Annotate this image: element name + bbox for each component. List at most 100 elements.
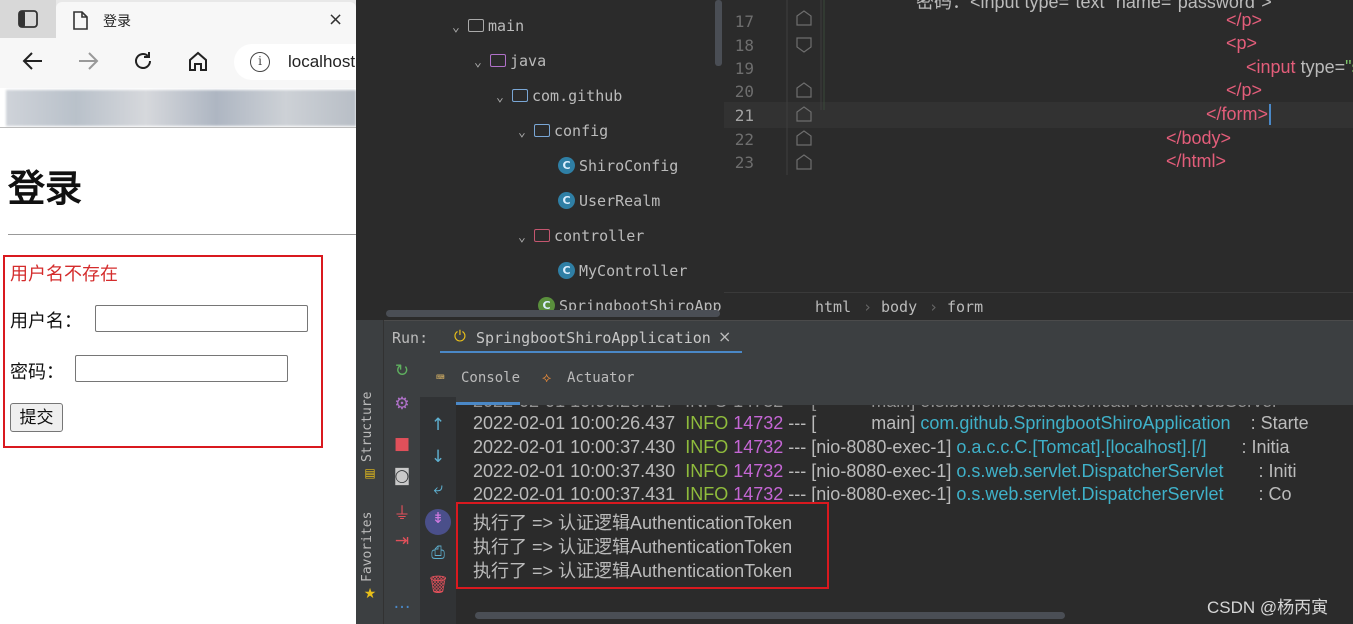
tree-item-label: main	[488, 17, 525, 35]
home-icon[interactable]	[187, 50, 209, 72]
output-line: 执行了 => 认证逻辑AuthenticationToken	[473, 537, 793, 557]
run-tool-window-header: Run: ⏻ SpringbootShiroApplication ×	[384, 320, 1353, 354]
run-tab-title: SpringbootShiroApplication	[476, 329, 711, 347]
tree-item-controller[interactable]: ⌄ controller	[518, 227, 644, 249]
submit-button[interactable]: 提交	[10, 403, 63, 432]
up-arrow-icon[interactable]: ↑	[426, 415, 450, 435]
browser-tab-strip: 登录 ×	[0, 0, 356, 38]
console-tab[interactable]: Console	[461, 370, 520, 386]
page-divider	[8, 234, 356, 235]
code-line-17: </p>	[1226, 10, 1263, 30]
console-horizontal-scrollbar[interactable]	[475, 612, 1065, 619]
log-line: 2022-02-01 10:00:26.437 INFO 14732 --- […	[473, 413, 1309, 433]
code-line-20: </p>	[1226, 80, 1263, 100]
refresh-icon[interactable]	[132, 50, 154, 72]
stop-icon[interactable]: ■	[390, 434, 414, 454]
soft-wrap-icon[interactable]: ⤶	[426, 479, 450, 499]
tab-actions-icon	[18, 10, 38, 28]
fold-markers	[786, 0, 825, 175]
tree-item-label: UserRealm	[579, 192, 661, 210]
forward-icon[interactable]	[77, 50, 99, 72]
code-line-22: </body>	[1166, 128, 1232, 148]
site-info-icon[interactable]: i	[250, 52, 270, 72]
tree-horizontal-scrollbar[interactable]	[386, 310, 720, 317]
package-icon	[534, 229, 550, 242]
exit-icon[interactable]: ⇥	[390, 531, 414, 551]
plug-icon[interactable]: ⏚	[390, 499, 414, 524]
error-message: 用户名不存在	[10, 264, 118, 284]
settings-gear-icon[interactable]: ⚙	[390, 394, 414, 414]
output-line: 执行了 => 认证逻辑AuthenticationToken	[473, 561, 793, 581]
tree-item-com-github[interactable]: ⌄ com.github	[496, 87, 622, 109]
run-tab-close-button[interactable]: ×	[718, 327, 731, 346]
rerun-icon[interactable]: ↻	[390, 361, 414, 381]
code-editor[interactable]: 17 18 19 20 21 22 23 密码：<input type="tex…	[724, 0, 1353, 292]
structure-tab[interactable]: Structure	[360, 392, 375, 462]
code-line-18: <p>	[1226, 33, 1258, 53]
tree-item-label: controller	[554, 227, 645, 245]
print-icon[interactable]: ⎙	[426, 543, 450, 563]
actuator-icon: ⟡	[542, 370, 552, 386]
breadcrumb-separator: ›	[929, 298, 939, 316]
run-tab-springbootshiroapplication[interactable]: ⏻ SpringbootShiroApplication ×	[440, 321, 742, 354]
tree-vertical-scrollbar[interactable]	[715, 0, 722, 66]
run-toolbar: ↻ ⚙ ■ ◙ ⏚ ⇥ …	[384, 353, 420, 624]
address-bar[interactable]: i localhost	[234, 44, 356, 80]
tab-close-button[interactable]: ×	[328, 9, 343, 30]
console-output[interactable]: 2022-02-01 10:00:26.427 INFO 14732 --- […	[456, 405, 1353, 624]
page-icon	[73, 11, 88, 30]
tree-item-label: config	[554, 122, 609, 140]
tree-item-config[interactable]: ⌄ config	[518, 122, 608, 144]
scroll-to-end-icon[interactable]: ⇟	[425, 509, 451, 535]
tree-item-label: java	[510, 52, 547, 70]
username-label: 用户名：	[10, 311, 82, 331]
breadcrumb-item-form[interactable]: form	[947, 298, 983, 316]
page-title: 登录	[8, 168, 82, 209]
actuator-tab[interactable]: Actuator	[567, 370, 634, 386]
project-tree: ⌄ main ⌄ java ⌄ com.github ⌄ config C ShiroCo…	[356, 0, 722, 320]
camera-icon[interactable]: ◙	[390, 466, 414, 486]
trash-icon[interactable]: 🗑	[426, 575, 450, 595]
tab-title: 登录	[103, 14, 131, 30]
log-line: 2022-02-01 10:00:37.430 INFO 14732 --- […	[473, 461, 1297, 481]
tree-item-label: ShiroConfig	[579, 157, 679, 175]
browser-window: 登录 × i localhost 登录 用户名不存在 用户名： 密码： 提交	[0, 0, 356, 624]
password-input[interactable]	[75, 355, 288, 382]
tree-item-userrealm[interactable]: C UserRealm	[558, 192, 660, 214]
tree-item-shiroconfig[interactable]: C ShiroConfig	[558, 157, 678, 179]
left-tool-strip: Structure ▤ Favorites ★	[356, 320, 384, 624]
address-text: localhost	[288, 52, 356, 71]
tree-item-main[interactable]: ⌄ main	[452, 17, 524, 39]
folder-icon	[468, 19, 484, 32]
log-line-cut: 2022-02-01 10:00:26.427 INFO 14732 --- […	[473, 405, 1278, 412]
breadcrumb-separator: ›	[863, 298, 873, 316]
tab-actions-button[interactable]	[0, 0, 56, 38]
output-line: 执行了 => 认证逻辑AuthenticationToken	[473, 513, 793, 533]
chevron-down-icon: ⌄	[474, 55, 482, 70]
chevron-down-icon: ⌄	[496, 90, 504, 105]
tree-item-label: com.github	[532, 87, 623, 105]
browser-tab-login[interactable]: 登录 ×	[56, 2, 356, 38]
breadcrumb-item-body[interactable]: body	[881, 298, 917, 316]
tree-item-java[interactable]: ⌄ java	[474, 52, 546, 74]
package-icon	[512, 89, 528, 102]
ide-window: ⌄ main ⌄ java ⌄ com.github ⌄ config C ShiroCo…	[356, 0, 1353, 624]
favorites-bar	[6, 90, 356, 126]
editor-breadcrumb: html › body › form	[724, 292, 1353, 320]
breadcrumb-item-html[interactable]: html	[815, 298, 851, 316]
code-line-16: 密码：<input type="text" name="password">	[916, 0, 1272, 12]
username-input[interactable]	[95, 305, 308, 332]
console-toolbar: ↑ ↓ ⤶ ⇟ ⎙ 🗑	[420, 397, 456, 624]
chevron-down-icon: ⌄	[518, 125, 526, 140]
log-line: 2022-02-01 10:00:37.430 INFO 14732 --- […	[473, 437, 1290, 457]
favorites-tab[interactable]: Favorites	[360, 512, 375, 582]
browser-toolbar: i localhost	[0, 38, 356, 88]
structure-icon: ▤	[364, 466, 376, 480]
more-icon[interactable]: …	[390, 593, 414, 613]
back-icon[interactable]	[22, 50, 44, 72]
chevron-down-icon: ⌄	[518, 230, 526, 245]
down-arrow-icon[interactable]: ↓	[426, 447, 450, 467]
chevron-down-icon: ⌄	[452, 20, 460, 35]
divider	[0, 127, 356, 128]
tree-item-mycontroller[interactable]: C MyController	[558, 262, 687, 284]
